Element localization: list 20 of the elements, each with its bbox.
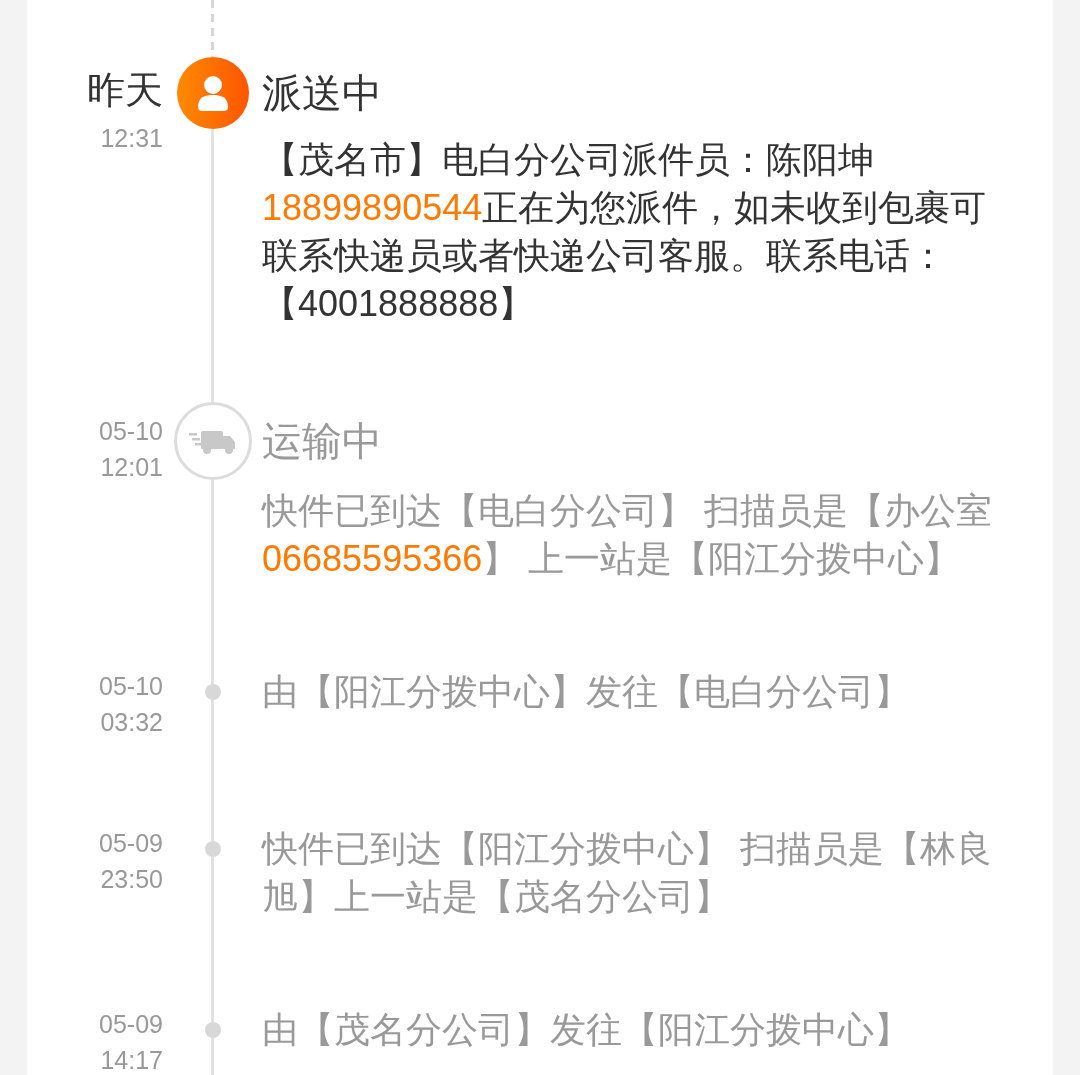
tracking-message: 由【阳江分拨中心】发往【电白分公司】 <box>262 670 911 714</box>
time-label: 03:32 <box>100 707 163 738</box>
phone-link[interactable]: 06685595366 <box>262 538 483 579</box>
date-label: 05-09 <box>99 1009 163 1040</box>
date-label: 05-09 <box>99 828 163 859</box>
time-label: 12:01 <box>100 452 163 483</box>
date-label: 05-10 <box>99 416 163 447</box>
tracking-message: 快件已到达【阳江分拨中心】 扫描员是【林良旭】上一站是【茂名分公司】 <box>262 827 993 919</box>
tracking-message: 由【茂名分公司】发往【阳江分拨中心】 <box>262 1008 911 1052</box>
date-label: 昨天 <box>87 68 163 113</box>
status-title: 派送中 <box>262 69 383 118</box>
person-icon <box>195 75 230 111</box>
status-title: 运输中 <box>262 417 383 466</box>
tracking-message: 快件已到达【电白分公司】 扫描员是【办公室 06685595366】 上一站是【阳江分拨中心】 <box>262 489 993 581</box>
time-label: 23:50 <box>100 864 163 895</box>
time-label: 12:31 <box>100 123 163 154</box>
date-label: 05-10 <box>99 671 163 702</box>
time-label: 14:17 <box>100 1045 163 1075</box>
tracking-message: 【茂名市】电白分公司派件员：陈阳坤 18899890544正在为您派件，如未收到包裹可联系快递员或者快递公司客服。联系电话：【4001888888】 <box>262 138 988 326</box>
phone-link[interactable]: 18899890544 <box>262 187 483 228</box>
